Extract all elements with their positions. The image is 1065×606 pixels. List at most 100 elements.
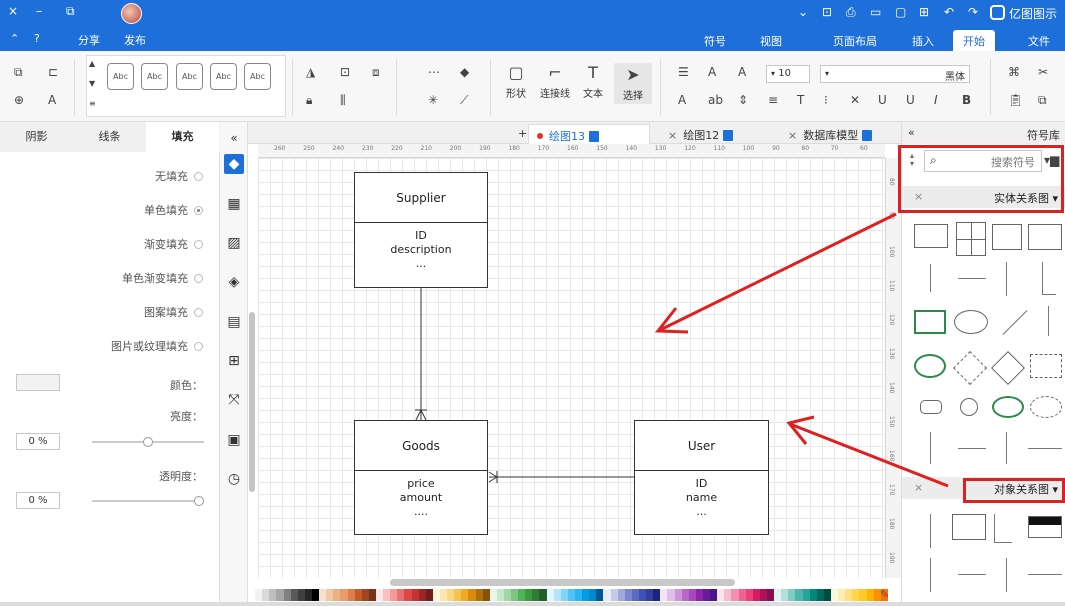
color-swatch[interactable] [326, 589, 334, 601]
color-swatch[interactable] [567, 589, 576, 601]
transparency-spinner[interactable]: 0 % [16, 492, 60, 509]
color-swatch[interactable] [695, 589, 703, 601]
italic-icon[interactable]: I [934, 93, 938, 107]
color-swatch[interactable] [354, 589, 362, 601]
color-swatch[interactable] [468, 589, 476, 601]
presentation-icon[interactable]: ▣ [224, 430, 244, 450]
style-preset-3[interactable]: Abc [176, 63, 203, 90]
brightness-spinner[interactable]: 0 % [16, 433, 60, 450]
tab-drawing12[interactable]: × 绘图12 [660, 124, 772, 144]
fill-option-pattern[interactable]: 图案填充 [144, 304, 203, 320]
color-swatch[interactable] [738, 589, 746, 601]
image-icon[interactable]: ▨ [224, 233, 244, 253]
entity-user[interactable]: User ID name ... [634, 420, 769, 535]
expand-panel-icon[interactable]: « [908, 126, 915, 139]
drawing-canvas[interactable]: Supplier ID description ... Goods price … [258, 158, 885, 578]
color-swatch[interactable] [653, 589, 661, 601]
er-shape-line[interactable] [1006, 432, 1007, 464]
color-swatch[interactable] [276, 589, 284, 601]
open-icon[interactable]: ▢ [895, 5, 906, 19]
color-swatch[interactable] [703, 589, 711, 601]
color-swatch[interactable] [482, 589, 490, 601]
style-preset-1[interactable]: Abc [107, 63, 134, 90]
er-shape-diagonal[interactable] [1002, 310, 1028, 335]
fill-option-none[interactable]: 无填充 [155, 168, 203, 184]
tab-fill[interactable]: 填充 [146, 122, 219, 152]
tab-line[interactable]: 线条 [73, 122, 146, 152]
hierarchy-icon[interactable]: ⊞ [224, 351, 244, 371]
lock-icon[interactable]: 🔒︎ [306, 93, 312, 108]
object-shape-line[interactable] [958, 574, 986, 575]
font-size-select[interactable]: ▾ 10 [766, 65, 810, 83]
eyedropper-icon[interactable]: ✎ [880, 588, 889, 601]
style-preset-5[interactable]: Abc [244, 63, 271, 90]
help-icon[interactable]: ? [34, 32, 40, 45]
color-swatch[interactable] [802, 589, 810, 601]
bold-icon[interactable]: B [962, 93, 971, 107]
layers-icon[interactable]: ◈ [224, 272, 244, 292]
color-swatch[interactable] [546, 589, 554, 601]
color-swatch[interactable] [383, 589, 391, 601]
user-avatar[interactable] [121, 3, 142, 24]
color-swatch[interactable] [340, 589, 348, 601]
tab-view[interactable]: 视图 [750, 30, 792, 51]
color-swatch[interactable] [454, 589, 462, 601]
color-swatch[interactable] [447, 589, 455, 601]
object-shape-elbow[interactable] [994, 514, 995, 542]
font-larger-icon[interactable]: A [738, 65, 746, 79]
color-swatch[interactable] [752, 589, 760, 601]
color-swatch[interactable] [411, 589, 419, 601]
color-swatch[interactable] [475, 589, 483, 601]
color-swatch[interactable] [432, 589, 440, 601]
color-swatch[interactable] [511, 589, 519, 601]
entity-supplier[interactable]: Supplier ID description ... [354, 172, 488, 288]
screen-icon[interactable]: ⊡ [822, 5, 832, 19]
fill-bucket-icon[interactable]: ◆ [460, 65, 469, 79]
object-shape-line[interactable] [1006, 558, 1007, 592]
fill-option-mono-gradient[interactable]: 单色渐变填充 [122, 270, 203, 286]
color-swatch[interactable] [795, 589, 803, 601]
er-shape-line[interactable] [1028, 448, 1062, 449]
color-swatch[interactable] [745, 589, 753, 601]
brightness-slider[interactable] [92, 437, 204, 447]
er-shape-key-attribute[interactable] [914, 354, 946, 378]
shape-tool[interactable]: ▢ 形状 [506, 63, 526, 100]
color-swatch[interactable] [631, 589, 640, 601]
color-swatch[interactable] [532, 589, 540, 601]
close-tab-icon[interactable]: × [668, 129, 677, 142]
color-swatch[interactable] [617, 589, 625, 601]
color-swatch[interactable] [866, 589, 874, 601]
color-swatch[interactable] [269, 589, 277, 601]
color-swatch[interactable] [560, 589, 568, 601]
er-shape-weak-relationship[interactable] [953, 351, 987, 385]
collapse-ribbon-icon[interactable]: ⌃ [10, 32, 19, 45]
print-icon[interactable]: ⎙ [846, 5, 856, 20]
color-swatch[interactable] [283, 589, 291, 601]
horizontal-scrollbar[interactable] [390, 579, 735, 586]
bullets-icon[interactable]: ⁝ [824, 93, 828, 107]
color-swatch[interactable] [852, 589, 860, 601]
color-swatch[interactable] [681, 589, 689, 601]
format-painter-icon[interactable]: ⌘ [1008, 65, 1020, 79]
color-swatch[interactable] [710, 589, 718, 601]
strikethrough-icon[interactable]: ab [708, 93, 723, 107]
color-swatch[interactable] [717, 589, 725, 601]
er-shape-table-2[interactable] [992, 224, 1022, 250]
gallery-down-icon[interactable]: ▼ [89, 79, 95, 88]
page-icon[interactable]: ▤ [224, 312, 244, 332]
color-swatch[interactable] [731, 589, 739, 601]
color-swatch[interactable] [589, 589, 597, 601]
clear-format-icon[interactable]: ✕ [850, 93, 860, 107]
slider-handle[interactable] [194, 496, 204, 506]
line-color-icon[interactable]: ⟋ [460, 93, 468, 108]
grid-icon[interactable]: ▦ [224, 194, 244, 214]
color-swatch[interactable] [375, 589, 384, 601]
color-swatch[interactable] [461, 589, 469, 601]
color-swatch[interactable] [667, 589, 675, 601]
color-swatch[interactable] [624, 589, 632, 601]
tab-shadow[interactable]: 阴影 [0, 122, 73, 152]
new-icon[interactable]: ⊞ [919, 5, 929, 19]
object-shape-class[interactable] [952, 514, 986, 540]
style-preset-4[interactable]: Abc [210, 63, 237, 90]
er-shape-line[interactable] [930, 264, 931, 292]
